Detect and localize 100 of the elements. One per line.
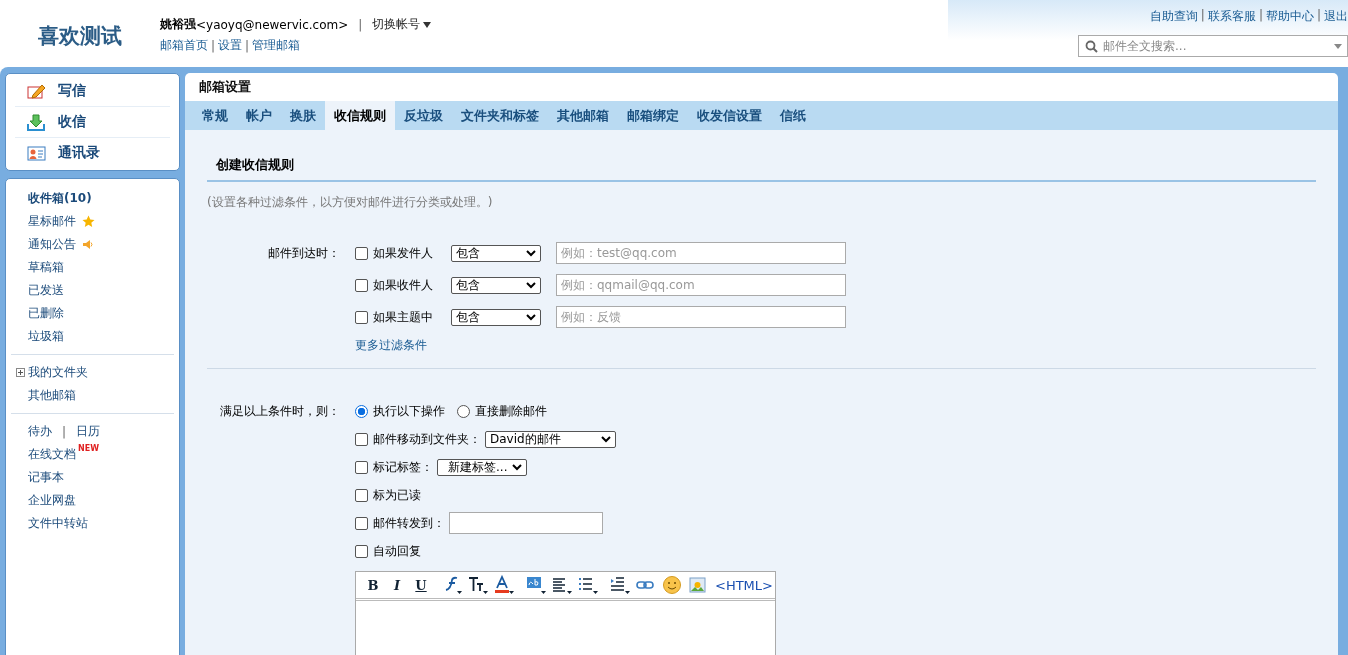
switch-account-link[interactable]: 切换帐号	[372, 16, 421, 33]
folder-link[interactable]: 已删除	[28, 305, 64, 322]
separator: |	[245, 38, 250, 53]
text-field[interactable]: 例如：反馈	[556, 306, 846, 328]
settings-tab[interactable]: 收发信设置	[688, 101, 771, 130]
radio-button[interactable]	[457, 404, 470, 418]
dropdown[interactable]: 包含	[451, 276, 541, 294]
checkbox[interactable]	[355, 460, 368, 474]
action-label: 写信	[58, 82, 86, 100]
top-link[interactable]: 帮助中心	[1265, 8, 1314, 25]
separator: |	[1200, 8, 1205, 24]
chevron-icon	[526, 281, 536, 289]
format-button[interactable]: U	[409, 577, 433, 593]
settings-tab[interactable]: 常规	[193, 101, 237, 130]
tool-link[interactable]: 待办	[28, 423, 52, 440]
dropdown[interactable]: 新建标签...	[437, 458, 527, 476]
chevron-icon	[512, 463, 522, 471]
checkbox-label: 标记标签：	[373, 458, 433, 476]
settings-tab[interactable]: 帐户	[237, 101, 281, 130]
user-name: 姚裕强	[160, 16, 196, 31]
sidebar-action[interactable]: 收信	[15, 107, 170, 138]
checkbox[interactable]	[355, 278, 368, 292]
hint-text: (设置各种过滤条件，以方便对邮件进行分类或处理。)	[207, 194, 494, 211]
header-link[interactable]: 设置	[218, 37, 243, 54]
format-button[interactable]: I	[385, 577, 409, 593]
checkbox[interactable]	[355, 310, 368, 324]
pencil-icon	[27, 82, 46, 100]
checkbox-label: 如果发件人	[373, 244, 433, 262]
checkbox-label: 自动回复	[373, 542, 421, 560]
indent-icon	[610, 575, 630, 595]
tool-link[interactable]: 日历	[76, 423, 101, 440]
radio-label: 直接删除邮件	[475, 402, 547, 420]
text-field[interactable]: 例如：qqmail@qq.com	[556, 274, 846, 296]
caret-icon	[423, 21, 432, 28]
align-icon	[552, 575, 572, 595]
settings-tab[interactable]: 文件夹和标签	[452, 101, 548, 130]
section-title: 创建收信规则	[207, 156, 1316, 182]
more-conditions-link[interactable]: 更多过滤条件	[355, 337, 846, 354]
folder-link[interactable]: 已发送	[28, 282, 64, 299]
text-field[interactable]: 例如：test@qq.com	[556, 242, 846, 264]
chevron-icon	[601, 435, 611, 443]
panel-title: 邮箱设置	[198, 78, 252, 96]
settings-tab[interactable]: 邮箱绑定	[618, 101, 688, 130]
settings-tab[interactable]: 收信规则	[325, 101, 395, 130]
checkbox-label: 邮件转发到：	[373, 514, 445, 532]
html-mode-button[interactable]: <HTML>	[715, 577, 773, 593]
image-icon	[688, 575, 708, 595]
settings-tab[interactable]: 其他邮箱	[548, 101, 618, 130]
action-label: 收信	[58, 113, 86, 131]
chevron-icon	[526, 249, 536, 257]
sidebar-action[interactable]: 写信	[15, 76, 170, 107]
checkbox[interactable]	[355, 544, 368, 558]
folder-link[interactable]: 我的文件夹	[28, 364, 88, 381]
dropdown[interactable]: 包含	[451, 244, 541, 262]
action-label: 通讯录	[58, 144, 100, 162]
logo-text: 喜欢测试	[37, 23, 123, 50]
tool-link[interactable]: 在线文档	[28, 446, 76, 463]
folder-link[interactable]: 收件箱(10)	[28, 190, 92, 207]
settings-tab[interactable]: 换肤	[281, 101, 325, 130]
smiley-icon	[662, 575, 682, 595]
separator: |	[358, 17, 363, 32]
checkbox-label: 邮件移动到文件夹：	[373, 430, 481, 448]
tool-link[interactable]: 文件中转站	[28, 515, 88, 532]
top-link[interactable]: 自助查询	[1149, 8, 1198, 25]
radio-label: 执行以下操作	[373, 402, 445, 420]
header-link[interactable]: 邮箱首页	[160, 37, 208, 54]
text-field[interactable]	[449, 512, 603, 534]
header-link[interactable]: 管理邮箱	[252, 37, 301, 54]
search-field[interactable]: 邮件全文搜索...	[1078, 35, 1348, 57]
folder-link[interactable]: 草稿箱	[28, 259, 64, 276]
dropdown[interactable]: David的邮件	[485, 430, 616, 448]
tool-link[interactable]: 企业网盘	[28, 492, 76, 509]
radio-button[interactable]	[355, 404, 368, 418]
checkbox[interactable]	[355, 432, 368, 446]
sidebar-action[interactable]: 通讯录	[15, 138, 170, 168]
checkbox-label: 如果收件人	[373, 276, 433, 294]
separator: |	[211, 38, 216, 53]
checkbox[interactable]	[355, 246, 368, 260]
settings-tab[interactable]: 反垃圾	[395, 101, 452, 130]
font-color-icon	[494, 575, 514, 595]
top-link[interactable]: 联系客服	[1207, 8, 1256, 25]
checkbox[interactable]	[355, 488, 368, 502]
search-icon	[1085, 40, 1098, 53]
separator: |	[1316, 8, 1321, 24]
folder-link[interactable]: 垃圾箱	[28, 328, 64, 345]
checkbox[interactable]	[355, 516, 368, 530]
tool-link[interactable]: 记事本	[28, 469, 64, 486]
top-link[interactable]: 退出	[1324, 8, 1348, 25]
list-icon	[578, 575, 598, 595]
folder-link[interactable]: 通知公告	[28, 236, 76, 253]
folder-link[interactable]: 星标邮件	[28, 213, 76, 230]
dropdown-caret-icon	[1334, 44, 1342, 49]
settings-tab[interactable]: 信纸	[771, 101, 815, 130]
dropdown[interactable]: 包含	[451, 308, 541, 326]
star-icon	[82, 215, 95, 228]
separator: |	[62, 424, 67, 439]
folder-link[interactable]: 其他邮箱	[28, 387, 76, 404]
field-label: 满足以上条件时，则：	[219, 403, 341, 420]
highlight-icon	[526, 575, 546, 595]
format-button[interactable]: B	[361, 577, 385, 593]
